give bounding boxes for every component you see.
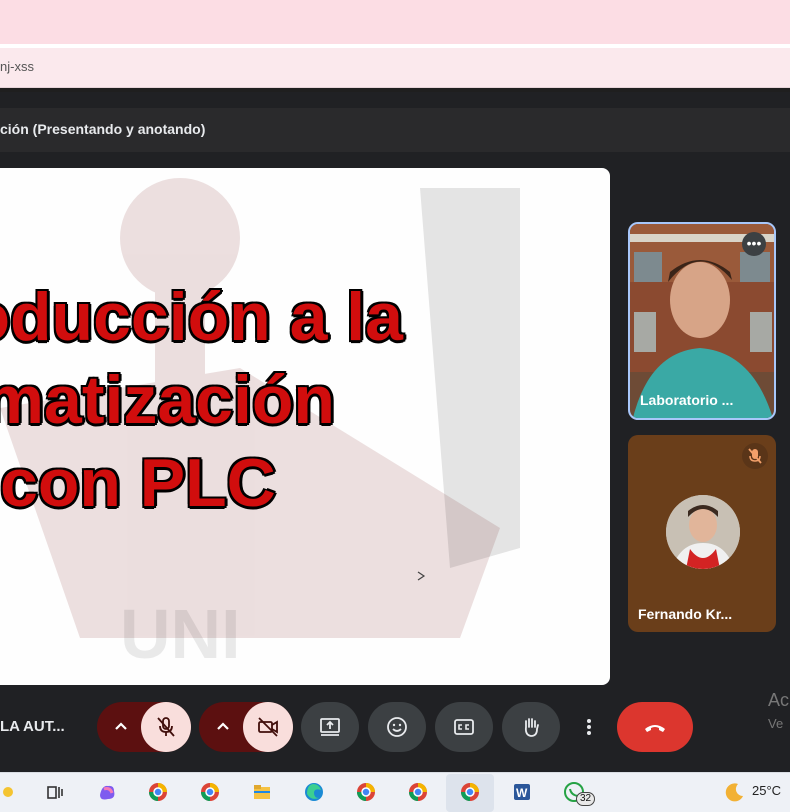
chevron-up-icon[interactable] — [109, 715, 133, 739]
mic-control-group — [97, 702, 191, 752]
slide-watermark-text: UNI — [120, 595, 241, 673]
mic-toggle-button[interactable] — [141, 702, 191, 752]
url-text[interactable]: nj-xss — [0, 59, 34, 74]
participant-more-options-button[interactable]: ••• — [742, 232, 766, 256]
camera-off-icon — [258, 717, 278, 737]
more-vertical-icon — [587, 719, 591, 735]
camera-control-group — [199, 702, 293, 752]
activate-windows-subtitle: Ve — [768, 716, 784, 731]
slide-title-line-2: omatización — [0, 362, 335, 438]
emoji-icon — [387, 717, 407, 737]
meeting-name[interactable]: LA AUT... — [0, 718, 65, 735]
more-options-button[interactable] — [569, 702, 609, 752]
hand-icon — [524, 718, 539, 737]
chrome-profile-icon[interactable] — [353, 779, 379, 805]
slide-title-line-1: roducción a la — [0, 279, 403, 355]
weather-moon-icon[interactable] — [722, 779, 748, 805]
presentation-title: ción (Presentando y anotando) — [0, 121, 206, 137]
copilot-icon[interactable] — [94, 779, 120, 805]
present-screen-icon — [320, 718, 340, 736]
participant-name: Fernando Kr... — [638, 606, 733, 622]
browser-tab-strip — [0, 0, 790, 44]
chrome-profile-icon[interactable] — [457, 779, 483, 805]
chrome-profile-icon[interactable] — [197, 779, 223, 805]
notification-badge: 32 — [576, 792, 596, 806]
file-explorer-icon[interactable] — [249, 779, 275, 805]
edge-icon[interactable] — [301, 779, 327, 805]
participant-tile-laboratorio[interactable]: ••• Laboratorio ... — [628, 222, 776, 420]
reactions-button[interactable] — [368, 702, 426, 752]
phone-hangup-icon — [645, 725, 665, 732]
address-bar[interactable] — [0, 48, 790, 88]
raise-hand-button[interactable] — [502, 702, 560, 752]
end-call-button[interactable] — [617, 702, 693, 752]
activate-windows-title: Ac — [768, 690, 790, 710]
mic-off-icon — [157, 717, 175, 737]
closed-captions-icon — [454, 719, 474, 735]
task-view-icon[interactable] — [42, 779, 68, 805]
present-screen-button[interactable] — [301, 702, 359, 752]
participant-name: Laboratorio ... — [640, 392, 734, 408]
slide-title: roducción a la omatización con PLC — [0, 276, 610, 525]
chrome-profile-icon[interactable] — [405, 779, 431, 805]
widgets-icon[interactable] — [0, 779, 26, 805]
presented-slide: UNI roducción a la omatización con PLC — [0, 168, 610, 685]
word-icon[interactable]: W — [509, 779, 535, 805]
participant-tile-fernando[interactable]: Fernando Kr... — [628, 435, 776, 632]
slide-title-line-3: con PLC — [0, 445, 276, 521]
captions-button[interactable] — [435, 702, 493, 752]
chevron-up-icon[interactable] — [211, 715, 235, 739]
mic-off-icon — [742, 443, 768, 469]
chrome-profile-icon[interactable] — [145, 779, 171, 805]
temperature-readout: 25°C — [752, 783, 782, 798]
svg-text:W: W — [516, 786, 528, 800]
camera-toggle-button[interactable] — [243, 702, 293, 752]
avatar — [666, 495, 740, 569]
